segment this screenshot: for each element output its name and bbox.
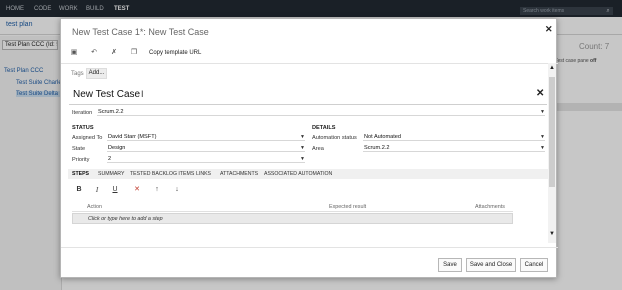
undo-icon[interactable]: ↶ <box>89 48 99 58</box>
tab-associated-automation[interactable]: ASSOCIATED AUTOMATION <box>264 171 332 177</box>
chevron-down-icon[interactable]: ▼ <box>540 108 545 116</box>
title-field[interactable]: New Test Case I ✕ <box>69 85 547 105</box>
iteration-label: Iteration <box>72 110 93 116</box>
priority-field[interactable]: 2 ▼ <box>107 155 305 163</box>
automation-status-label: Automation status <box>312 135 357 141</box>
tab-links[interactable]: LINKS <box>196 171 211 177</box>
chevron-down-icon[interactable]: ▼ <box>300 133 305 141</box>
assigned-to-field[interactable]: David Starr (MSFT) ▼ <box>107 133 305 141</box>
scroll-down-icon[interactable]: ▼ <box>548 231 556 237</box>
copy-template-url-button[interactable]: Copy template URL <box>149 50 201 56</box>
priority-label: Priority <box>72 157 90 163</box>
add-tag-button[interactable]: Add... <box>86 68 107 79</box>
cancel-button[interactable]: Cancel <box>520 258 548 272</box>
underline-icon[interactable]: U <box>110 185 120 195</box>
move-up-icon[interactable]: ↑ <box>152 185 162 195</box>
chevron-down-icon[interactable]: ▼ <box>300 155 305 163</box>
tab-attachments[interactable]: ATTACHMENTS <box>220 171 258 177</box>
tab-summary[interactable]: SUMMARY <box>98 171 124 177</box>
tab-steps[interactable]: STEPS <box>72 171 89 177</box>
tools-icon[interactable]: ✗ <box>109 48 119 58</box>
close-icon[interactable]: ✕ <box>545 24 553 35</box>
area-field[interactable]: Scrum.2.2 ▼ <box>363 144 545 152</box>
dialog-footer: Save Save and Close Cancel <box>61 247 558 279</box>
move-down-icon[interactable]: ↓ <box>172 185 182 195</box>
state-field[interactable]: Design ▼ <box>107 144 305 152</box>
scroll-thumb[interactable] <box>549 77 555 187</box>
area-label: Area <box>312 146 324 152</box>
assigned-to-value: David Starr (MSFT) <box>108 134 157 140</box>
chevron-down-icon[interactable]: ▼ <box>540 133 545 141</box>
steps-table-header: Action Expected result Attachments <box>72 203 513 212</box>
attachments-column-header: Attachments <box>475 204 505 210</box>
automation-status-field[interactable]: Not Automated ▼ <box>363 133 545 141</box>
area-value: Scrum.2.2 <box>364 145 390 151</box>
save-icon[interactable]: ▣ <box>69 48 79 58</box>
clear-title-icon[interactable]: ✕ <box>536 88 544 99</box>
dialog-title: New Test Case 1*: New Test Case <box>72 27 209 37</box>
state-value: Design <box>108 145 126 151</box>
expected-result-column-header: Expected result <box>329 204 367 210</box>
assigned-to-label: Assigned To <box>72 135 103 141</box>
scroll-up-icon[interactable]: ▲ <box>548 65 556 71</box>
add-step-row[interactable]: Click or type here to add a step <box>72 213 513 224</box>
iteration-value: Scrum.2.2 <box>98 109 124 115</box>
details-heading: DETAILS <box>312 125 336 131</box>
new-test-case-dialog: New Test Case 1*: New Test Case ✕ ▣ ↶ ✗ … <box>60 18 558 279</box>
status-heading: STATUS <box>72 125 94 131</box>
toolbar-divider <box>61 63 558 64</box>
state-label: State <box>72 146 86 152</box>
dialog-scrollbar[interactable]: ▲ ▼ <box>548 63 556 243</box>
chevron-down-icon[interactable]: ▼ <box>540 144 545 152</box>
iteration-field[interactable]: Scrum.2.2 ▼ <box>97 108 545 116</box>
add-step-placeholder: Click or type here to add a step <box>88 216 163 222</box>
tags-label: Tags <box>71 71 84 77</box>
save-button[interactable]: Save <box>438 258 462 272</box>
chevron-down-icon[interactable]: ▼ <box>300 144 305 152</box>
automation-status-value: Not Automated <box>364 134 402 140</box>
title-input[interactable]: New Test Case <box>73 89 140 100</box>
italic-icon[interactable]: I <box>92 185 102 195</box>
text-cursor-icon: I <box>141 89 144 99</box>
copy-icon[interactable]: ❐ <box>129 48 139 58</box>
priority-value: 2 <box>108 156 112 162</box>
tab-tested-backlog-items[interactable]: TESTED BACKLOG ITEMS <box>130 171 194 177</box>
action-column-header: Action <box>87 204 102 210</box>
save-and-close-button[interactable]: Save and Close <box>466 258 516 272</box>
bold-icon[interactable]: B <box>74 185 84 195</box>
delete-step-icon[interactable]: ✕ <box>132 185 142 195</box>
work-item-tabs: STEPS SUMMARY TESTED BACKLOG ITEMS LINKS… <box>68 169 548 179</box>
